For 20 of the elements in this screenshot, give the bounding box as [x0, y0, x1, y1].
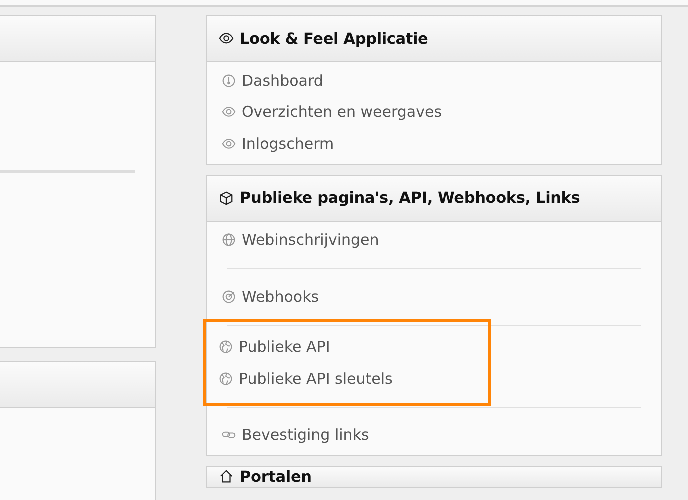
globe-icon: [222, 233, 236, 248]
globe-icon: [219, 372, 233, 386]
menu-link[interactable]: Webinschrijvingen: [210, 224, 658, 256]
panel-title: Portalen: [240, 469, 312, 487]
panel-title: Look & Feel Applicatie: [240, 30, 428, 48]
house-icon: [219, 469, 234, 484]
gauge-icon: [222, 74, 236, 88]
menu-link[interactable]: Bevestiging links: [210, 420, 658, 451]
menu-link[interactable]: Publieke API: [210, 332, 488, 363]
cube-icon: [219, 190, 234, 206]
eye-icon: [222, 136, 236, 151]
eye-icon: [219, 31, 234, 46]
menu-link[interactable]: Webhooks: [210, 281, 658, 312]
menu-link[interactable]: Publieke API sleutels: [210, 363, 488, 394]
menu-link[interactable]: Overzichten en weergaves: [210, 96, 658, 128]
menu-link[interactable]: Inlogscherm: [210, 128, 658, 160]
globe-icon: [219, 340, 233, 354]
menu-link[interactable]: Dashboard: [210, 65, 658, 96]
panel-title: Publieke pagina's, API, Webhooks, Links: [240, 189, 580, 207]
eye-icon: [222, 105, 236, 120]
